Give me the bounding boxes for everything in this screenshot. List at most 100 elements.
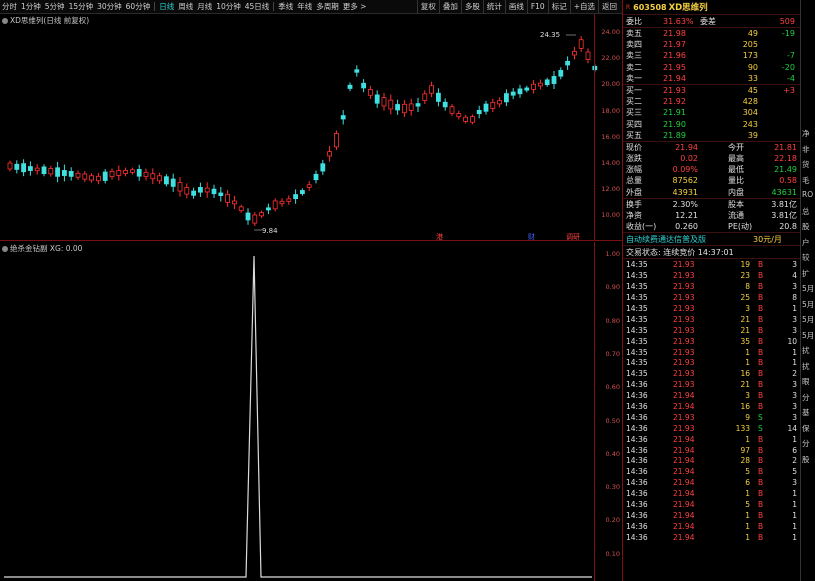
period-tab[interactable]: 日线 [157, 0, 176, 14]
book-label: 卖五 [626, 29, 642, 38]
period-tab[interactable]: 30分钟 [95, 0, 124, 14]
side-info-item[interactable]: 5月 [802, 299, 814, 310]
tick-count: 3 [792, 478, 797, 488]
tick-price: 21.94 [673, 510, 695, 520]
axis-tick-label: 16.00 [601, 132, 620, 141]
tick-count: 3 [792, 314, 797, 324]
toolbar-button[interactable]: 多股 [460, 0, 483, 14]
side-info-item[interactable]: 5月 [802, 330, 814, 341]
ask-row: 卖五 21.98 49 -19 [623, 28, 800, 39]
side-info-item[interactable]: 货 [802, 159, 810, 170]
book-price: 21.90 [663, 119, 686, 129]
tick-volume: 1 [745, 489, 750, 499]
side-info-item[interactable]: 扰 [802, 361, 810, 372]
kline-chart[interactable]: 24.35 9.84 港 财 调研 [0, 14, 622, 241]
indicator-settings-icon[interactable] [2, 246, 8, 252]
candle-body [68, 171, 74, 177]
toolbar-button[interactable]: 复权 [416, 0, 439, 14]
tick-row: 14:35 21.93 23 B 4 [623, 270, 800, 281]
period-tab[interactable]: 季线 [276, 0, 295, 14]
side-info-item[interactable]: 5月 [802, 283, 814, 294]
side-info-item[interactable]: 股 [802, 221, 810, 232]
side-info-item[interactable]: 扰 [802, 345, 810, 356]
indicator-pane[interactable]: 绝杀金钻副 XG: 0.00 1.00 0.90 0.80 0.70 0.60 0.50 0… [0, 242, 622, 581]
fundamental-stats: 换手 2.30% 股本 3.81亿 净资 12.21 流通 3.81亿 收益(一) 0.260 PE… [623, 199, 800, 234]
period-tab[interactable]: 60分钟 [124, 0, 153, 14]
candle-body [517, 88, 523, 95]
toolbar-button[interactable]: 叠加 [438, 0, 461, 14]
stat-row: 总量 87562 量比 0.58 [623, 175, 800, 186]
candle-body [497, 100, 503, 105]
tick-time: 14:36 [626, 401, 648, 411]
period-tab[interactable]: 45日线 [243, 0, 272, 14]
side-info-item[interactable]: 分 [802, 392, 810, 403]
toolbar-button[interactable]: 画线 [504, 0, 527, 14]
period-tab[interactable]: 5分钟 [43, 0, 67, 14]
weibi-row: 委比 31.63% 委差 509 [623, 15, 800, 28]
candle-body [503, 93, 509, 103]
period-tab[interactable]: 月线 [195, 0, 214, 14]
axis-tick-label: 0.40 [605, 449, 620, 458]
side-info-item[interactable]: 较 [802, 252, 810, 263]
promo-banner[interactable]: 自动续费通达信普及版 30元/月 [623, 233, 800, 247]
tick-row: 14:36 21.94 1 B 1 [623, 532, 800, 543]
side-info-item[interactable]: 扩 [802, 268, 810, 279]
toolbar-button[interactable]: 返回 [598, 0, 620, 14]
period-tab[interactable]: 更多 > [341, 0, 369, 14]
candle-body [320, 163, 326, 172]
axis-tick-label: 10.00 [601, 211, 620, 220]
side-info-item[interactable]: 毛 [802, 175, 810, 186]
toolbar-button[interactable]: 统计 [482, 0, 505, 14]
side-info-item[interactable]: 眼 [802, 376, 810, 387]
tick-volume: 1 [745, 434, 750, 444]
stat-value: 22.18 [774, 154, 797, 164]
tick-list[interactable]: 14:35 21.93 19 B 3 14:35 21.93 23 B 4 14:35 21.93 8 B… [623, 259, 800, 542]
book-label: 卖二 [626, 62, 642, 72]
tick-side: B [758, 303, 764, 313]
tick-side: B [758, 325, 764, 335]
candle-body [129, 169, 135, 173]
stat-value: 21.94 [675, 142, 698, 152]
stat-value: 43631 [771, 187, 797, 197]
side-info-item[interactable]: 非 [802, 144, 810, 155]
indicator-chart[interactable] [0, 242, 622, 581]
side-info-item[interactable]: 净 [802, 128, 810, 139]
toolbar-button[interactable]: F10 [526, 0, 548, 14]
candle-body [191, 190, 197, 196]
toolbar-button[interactable]: 标记 [547, 0, 570, 14]
period-tab[interactable]: 10分钟 [214, 0, 243, 14]
period-tab[interactable]: 分时 [0, 0, 19, 14]
tick-price: 21.94 [673, 532, 695, 542]
side-info-item[interactable]: 总 [802, 206, 810, 217]
candle-body [21, 163, 27, 173]
bid-row: 买二 21.92 428 [623, 96, 800, 107]
axis-tick-label: 24.00 [601, 28, 620, 36]
candle-body [286, 198, 292, 202]
side-info-item[interactable]: RO [802, 190, 813, 199]
tick-count: 14 [787, 423, 797, 433]
period-tab[interactable]: 年线 [295, 0, 314, 14]
kline-chart-pane[interactable]: 24.35 9.84 港 财 调研 XD思维列(日线 前复权) 24.00 22.00 20… [0, 14, 622, 241]
side-info-item[interactable]: 股 [802, 454, 810, 465]
period-tab[interactable]: 多周期 [314, 0, 341, 14]
period-tab[interactable]: 周线 [176, 0, 195, 14]
side-info-item[interactable]: 户 [802, 237, 810, 248]
chart-settings-icon[interactable] [2, 18, 8, 24]
side-info-item[interactable]: 基 [802, 407, 810, 418]
candle-body [143, 171, 149, 178]
tick-count: 1 [792, 521, 797, 531]
side-info-item[interactable]: 分 [802, 438, 810, 449]
stock-name: XD思维列 [668, 3, 708, 13]
side-info-item[interactable]: 5月 [802, 314, 814, 325]
stock-header[interactable]: R 603508 XD思维列 [623, 0, 800, 15]
period-tab[interactable]: 15分钟 [67, 0, 96, 14]
toolbar-button[interactable]: +自选 [569, 0, 598, 14]
tick-side: B [758, 260, 764, 270]
side-info-item[interactable]: 保 [802, 423, 810, 434]
tick-volume: 28 [740, 456, 750, 466]
stock-code: 603508 [633, 2, 667, 12]
book-label: 买二 [626, 97, 642, 107]
period-tab[interactable]: 1分钟 [19, 0, 43, 14]
tick-volume: 16 [740, 401, 750, 411]
stat-row: 外盘 43931 内盘 43631 [623, 187, 800, 198]
